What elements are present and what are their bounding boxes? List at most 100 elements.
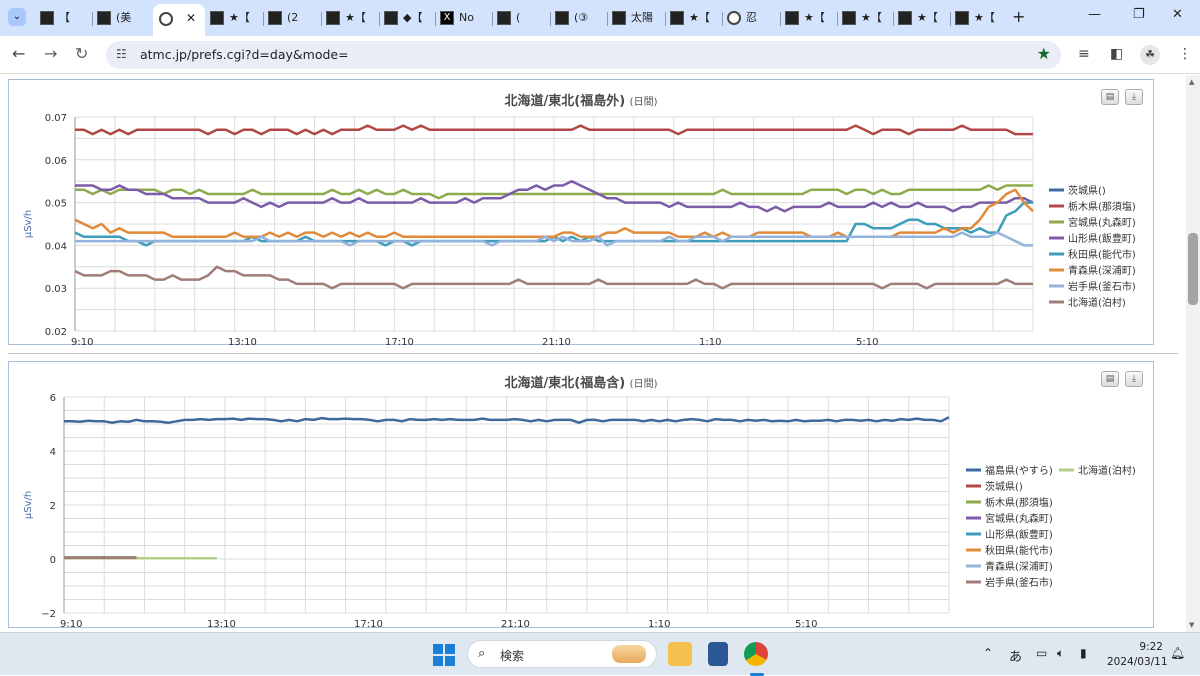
- tab-16[interactable]: ★【: [955, 7, 1003, 29]
- tab-7[interactable]: X No: [440, 7, 488, 29]
- tab-title: ★【: [689, 11, 710, 24]
- y-tick-label: 0.06: [45, 156, 67, 167]
- start-button[interactable]: [433, 644, 455, 666]
- tab-title: ★【: [804, 11, 825, 24]
- reload-icon[interactable]: ↻: [75, 44, 88, 63]
- tab-title: (美: [116, 11, 132, 24]
- minimize-button[interactable]: —: [1088, 7, 1101, 22]
- y-tick-label: 0.05: [45, 199, 67, 210]
- maximize-button[interactable]: ❐: [1133, 7, 1145, 22]
- profile-avatar[interactable]: ☘: [1140, 45, 1160, 65]
- tab-separator: [722, 12, 723, 26]
- tab-6[interactable]: ◆【: [384, 7, 432, 29]
- x-tick-label: 13:10: [228, 337, 257, 346]
- notification-bell-icon[interactable]: 🔔︎: [1170, 646, 1185, 660]
- clock[interactable]: 9:22 2024/03/11: [1107, 640, 1168, 670]
- scroll-down-icon[interactable]: ▼: [1189, 621, 1194, 629]
- line-chart-1: 0.07 0.06 0.05 0.04 0.03 0.02 9:10 13:10 17:10 21…: [23, 113, 1136, 346]
- page-content: 北海道/東北(福島外) (日間) ▤ ⤓ 0.07 0.06 0.05 0.04 0.0…: [0, 75, 1186, 632]
- volume-icon[interactable]: 🔈︎: [1057, 646, 1064, 661]
- site-favicon: [670, 11, 684, 25]
- page-scrollbar[interactable]: ▲ ▼: [1186, 75, 1200, 632]
- address-bar[interactable]: ☷ atmc.jp/prefs.cgi?d=day&mode= ★: [106, 41, 1061, 69]
- tab-11[interactable]: ★【: [670, 7, 718, 29]
- y-tick-label: 4: [50, 447, 56, 458]
- x-tick-label: 1:10: [648, 619, 670, 629]
- site-favicon: [955, 11, 969, 25]
- tab-search-button[interactable]: ⌄: [8, 8, 26, 26]
- y-tick-label: 0.03: [45, 284, 67, 295]
- tab-title: 【: [59, 11, 70, 24]
- menu-icon[interactable]: ⋮: [1178, 46, 1192, 62]
- tab-separator: [950, 12, 951, 26]
- legend-label: 青森県(深浦町): [985, 560, 1053, 573]
- scroll-up-icon[interactable]: ▲: [1189, 78, 1194, 86]
- forward-icon[interactable]: →: [44, 44, 57, 63]
- tab-13[interactable]: ★【: [785, 7, 833, 29]
- x-tick-label: 9:10: [71, 337, 93, 346]
- legend-label: 栃木県(那須塩): [985, 496, 1053, 509]
- site-favicon: [210, 11, 224, 25]
- x-tick-label: 17:10: [385, 337, 414, 346]
- tab-separator: [607, 12, 608, 26]
- y-tick-label: 2: [50, 501, 56, 512]
- notepad-icon[interactable]: [708, 642, 728, 666]
- tab-title: No: [459, 11, 474, 24]
- legend-label: 宮城県(丸森町): [985, 512, 1053, 525]
- legend-label: 岩手県(釜石市): [985, 576, 1053, 589]
- tab-title: ★【: [229, 11, 250, 24]
- tab-strip: ⌄ 【(美 ✕ ★【 (2 ★【 ◆【 X No((③ 太陽 ★【忍 ★【 ★【 ★【 ★【 + — ❐ …: [0, 0, 1200, 36]
- legend-label: 北海道(泊村): [1078, 464, 1136, 477]
- tab-3[interactable]: ★【: [210, 7, 258, 29]
- bookmark-star-icon[interactable]: ★: [1037, 44, 1051, 63]
- y-tick-label: 0.02: [45, 327, 67, 338]
- tab-14[interactable]: ★【: [842, 7, 890, 29]
- tab-0[interactable]: 【: [40, 7, 88, 29]
- close-tab-icon[interactable]: ✕: [186, 11, 196, 25]
- taskbar-search[interactable]: ⌕ 検索: [467, 640, 657, 668]
- legend-label: 秋田県(能代市): [1068, 248, 1136, 261]
- legend-label: 茨城県(): [985, 480, 1023, 493]
- battery-icon[interactable]: ▮: [1080, 646, 1087, 660]
- divider: [8, 353, 1178, 354]
- url-text[interactable]: atmc.jp/prefs.cgi?d=day&mode=: [140, 47, 349, 62]
- site-info-icon[interactable]: ☷: [116, 47, 127, 61]
- chrome-icon[interactable]: [744, 642, 768, 666]
- reading-list-icon[interactable]: ≡: [1078, 46, 1090, 62]
- tab-title: ★【: [861, 11, 882, 24]
- new-tab-button[interactable]: +: [1012, 7, 1025, 26]
- tab-1[interactable]: (美: [97, 7, 145, 29]
- chevron-up-icon[interactable]: ⌃: [983, 646, 993, 660]
- legend-label: 栃木県(那須塩): [1068, 200, 1136, 213]
- x-tick-label: 21:10: [542, 337, 571, 346]
- tab-4[interactable]: (2: [268, 7, 316, 29]
- side-panel-icon[interactable]: ◧: [1110, 46, 1123, 62]
- tab-title: 太陽: [631, 11, 653, 24]
- scrollbar-thumb[interactable]: [1188, 233, 1198, 305]
- tab-15[interactable]: ★【: [898, 7, 946, 29]
- tab-12[interactable]: 忍: [727, 7, 775, 29]
- tab-10[interactable]: 太陽: [612, 7, 660, 29]
- ime-indicator[interactable]: あ: [1009, 646, 1022, 665]
- tab-9[interactable]: (③: [555, 7, 603, 29]
- tab-8[interactable]: (: [497, 7, 545, 29]
- tab-title: ◆【: [403, 11, 423, 24]
- globe-icon: [727, 11, 741, 25]
- network-icon[interactable]: ▭: [1036, 646, 1047, 660]
- file-explorer-icon[interactable]: [668, 642, 692, 666]
- close-window-button[interactable]: ✕: [1172, 7, 1183, 22]
- tab-separator: [492, 12, 493, 26]
- site-favicon: [555, 11, 569, 25]
- clock-time: 9:22: [1139, 641, 1163, 653]
- y-axis-label: μSv/h: [23, 210, 34, 238]
- x-tick-label: 13:10: [207, 619, 236, 629]
- tab-title: (2: [287, 11, 299, 24]
- tab-separator: [550, 12, 551, 26]
- tab-2[interactable]: ✕: [153, 4, 205, 36]
- site-favicon: [898, 11, 912, 25]
- y-tick-label: 6: [50, 393, 56, 404]
- y-axis-label: μSv/h: [23, 491, 34, 519]
- site-favicon: [497, 11, 511, 25]
- tab-5[interactable]: ★【: [326, 7, 374, 29]
- back-icon[interactable]: ←: [12, 44, 25, 63]
